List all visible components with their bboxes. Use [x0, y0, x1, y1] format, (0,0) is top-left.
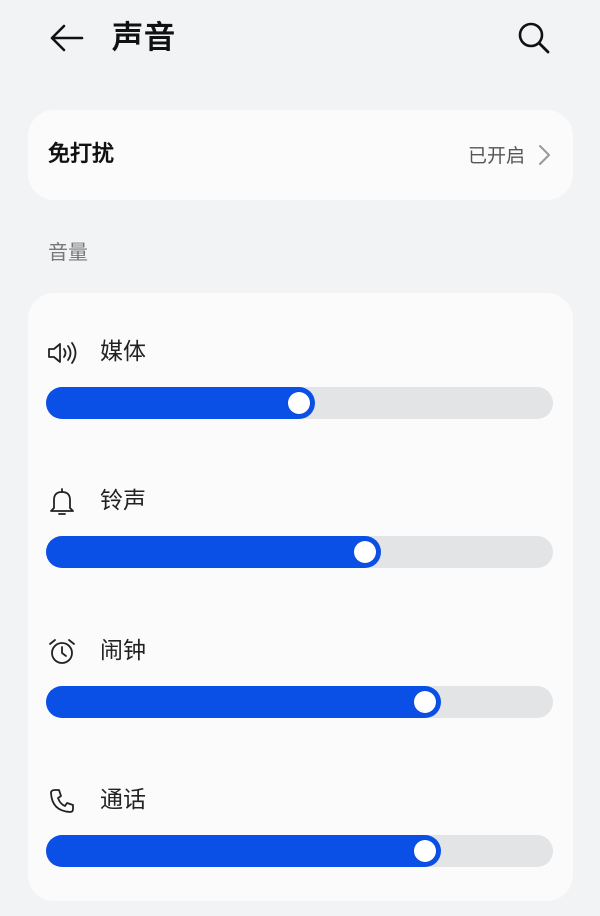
volume-section-label: 音量: [48, 240, 88, 264]
do-not-disturb-label: 免打扰: [48, 142, 115, 167]
app-header: 声音: [0, 0, 600, 78]
call-volume-label: 通话: [100, 787, 146, 813]
speaker-icon: [46, 337, 78, 369]
bell-icon: [46, 486, 78, 518]
slider-thumb[interactable]: [288, 392, 310, 414]
chevron-right-icon: [539, 145, 550, 165]
alarm-volume-row: 闹钟: [28, 636, 573, 746]
ringtone-volume-slider[interactable]: [46, 536, 553, 568]
slider-fill: [46, 536, 381, 568]
call-volume-row: 通话: [28, 785, 573, 895]
alarm-clock-icon: [46, 636, 78, 668]
slider-thumb[interactable]: [414, 840, 436, 862]
do-not-disturb-status: 已开启: [467, 145, 525, 167]
volume-card: 媒体 铃声 闹钟 通话: [28, 293, 573, 901]
search-button[interactable]: [512, 16, 556, 60]
phone-icon: [46, 785, 78, 817]
slider-fill: [46, 686, 441, 718]
page-title: 声音: [112, 20, 176, 56]
media-volume-slider[interactable]: [46, 387, 553, 419]
media-volume-row: 媒体: [28, 337, 573, 447]
media-volume-label: 媒体: [100, 339, 146, 365]
alarm-volume-slider[interactable]: [46, 686, 553, 718]
search-icon: [518, 22, 550, 54]
do-not-disturb-row[interactable]: 免打扰 已开启: [28, 110, 573, 200]
slider-thumb[interactable]: [414, 691, 436, 713]
slider-thumb[interactable]: [354, 541, 376, 563]
alarm-volume-label: 闹钟: [100, 638, 146, 664]
back-button[interactable]: [44, 18, 88, 58]
ringtone-volume-label: 铃声: [100, 488, 146, 514]
slider-fill: [46, 387, 315, 419]
ringtone-volume-row: 铃声: [28, 486, 573, 596]
call-volume-slider[interactable]: [46, 835, 553, 867]
arrow-left-icon: [50, 24, 84, 52]
slider-fill: [46, 835, 441, 867]
